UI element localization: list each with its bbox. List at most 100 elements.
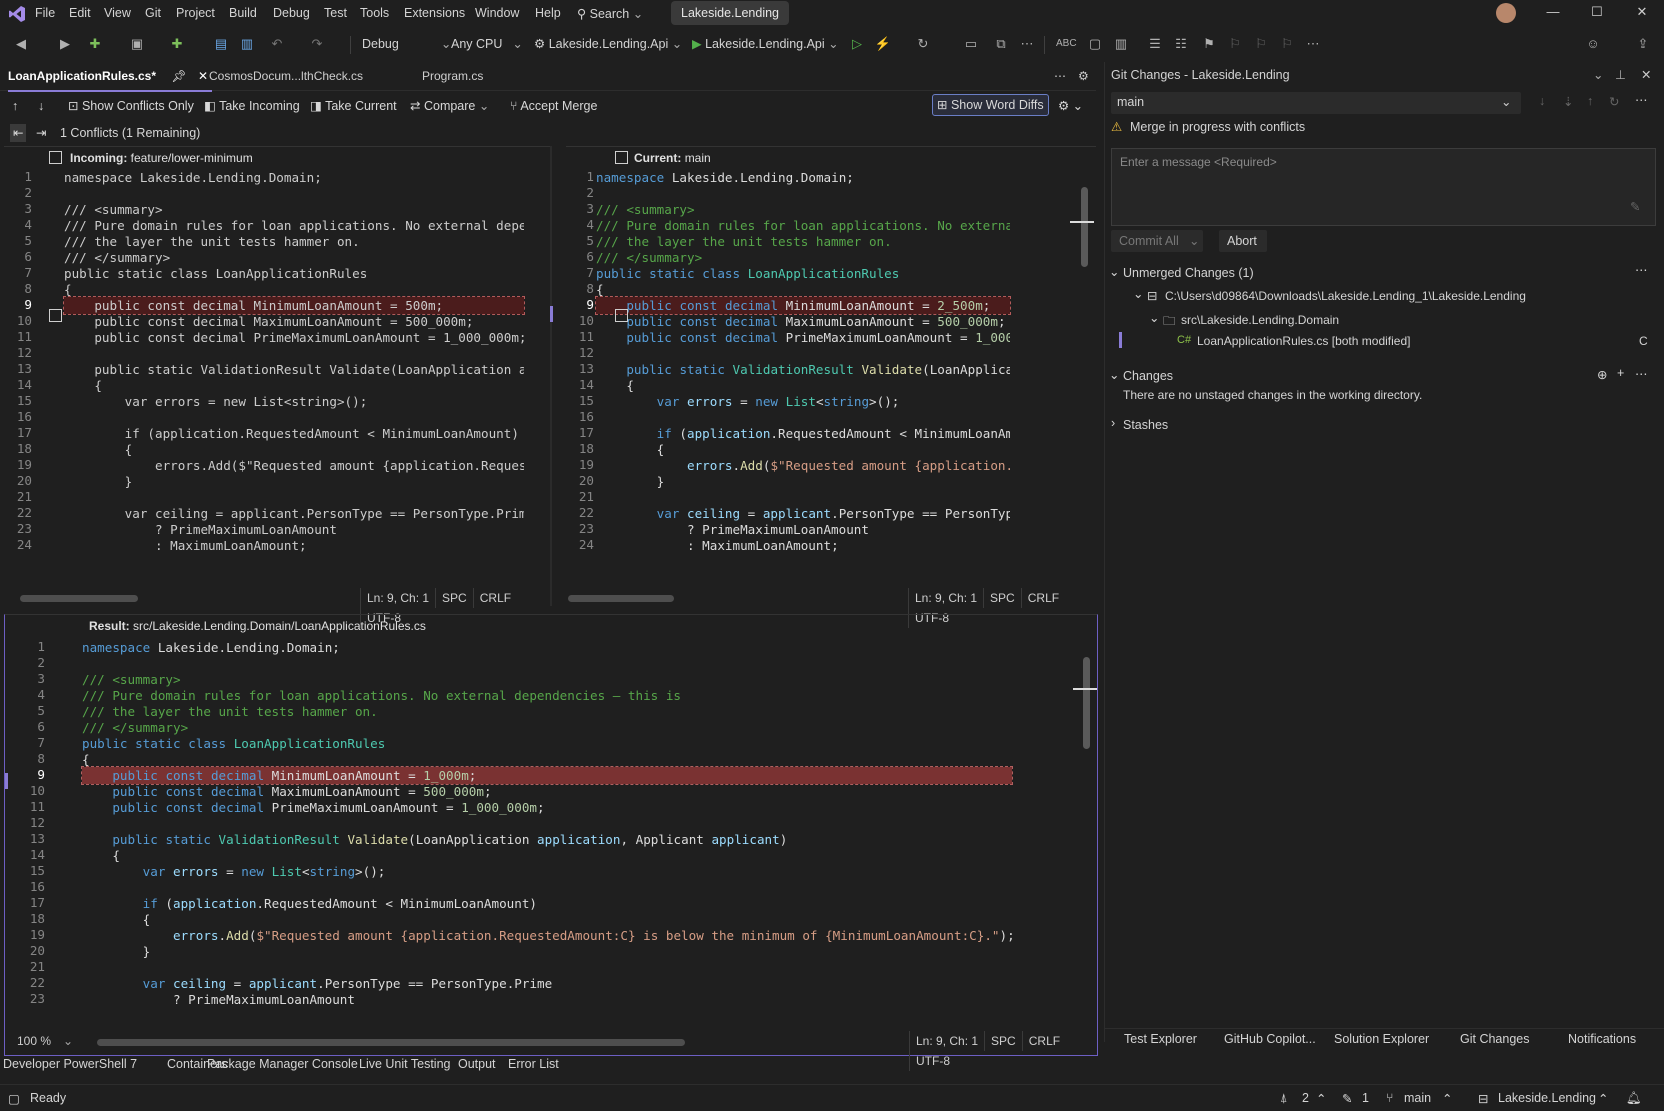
code-line[interactable]: public static class LoanApplicationRules: [64, 265, 524, 282]
whitespace-mode[interactable]: SPC: [435, 588, 473, 608]
code-line[interactable]: var ceiling = applicant.PersonType == Pe…: [596, 505, 1010, 522]
search-button[interactable]: ⚲ Search ⌄: [577, 6, 643, 21]
tab-loanapplicationrules[interactable]: LoanApplicationRules.cs* 📌︎ ✕: [8, 62, 213, 92]
repo-path[interactable]: C:\Users\d09864\Downloads\Lakeside.Lendi…: [1165, 289, 1526, 303]
code-line[interactable]: }: [64, 473, 524, 490]
repo-icon[interactable]: ⊟: [1478, 1091, 1488, 1106]
back-icon[interactable]: ◀: [12, 35, 30, 53]
branch-dropdown[interactable]: main ⌄: [1111, 92, 1521, 114]
tab-package-manager-console[interactable]: Package Manager Console: [207, 1057, 358, 1071]
maximize-button[interactable]: ☐: [1585, 4, 1609, 24]
code-line[interactable]: var errors = new List<string>();: [82, 863, 1012, 880]
notifications-bell-icon[interactable]: 🔔︎: [1626, 1091, 1642, 1106]
code-line[interactable]: [596, 409, 1010, 426]
code-line[interactable]: ? PrimeMaximumLoanAmount: [82, 991, 1012, 1008]
code-line[interactable]: public const decimal MaximumLoanAmount =…: [64, 313, 524, 330]
folder-path[interactable]: src\Lakeside.Lending.Domain: [1181, 313, 1339, 327]
tab-program[interactable]: Program.cs: [422, 62, 483, 90]
code-line[interactable]: [596, 345, 1010, 362]
zoom-dropdown[interactable]: 100 % ⌄: [11, 1031, 79, 1051]
code-line[interactable]: public const decimal MaximumLoanAmount =…: [596, 313, 1010, 330]
tab-test-explorer[interactable]: Test Explorer: [1124, 1032, 1197, 1046]
code-line[interactable]: {: [596, 281, 1010, 298]
conflict-line[interactable]: public const decimal MinimumLoanAmount =…: [81, 766, 1013, 785]
more-tabs-icon[interactable]: ⋯: [1054, 62, 1066, 90]
next-bookmark-icon[interactable]: ⚐: [1252, 35, 1270, 53]
commit-all-button[interactable]: Commit All ⌄: [1111, 230, 1203, 252]
status-repo[interactable]: Lakeside.Lending: [1498, 1091, 1596, 1105]
code-line[interactable]: public const decimal PrimeMaximumLoanAmo…: [64, 329, 524, 346]
code-line[interactable]: [596, 185, 1010, 202]
prev-bookmark-icon[interactable]: ⚐: [1226, 35, 1244, 53]
indent-icon[interactable]: ☰: [1146, 35, 1164, 53]
clear-bookmarks-icon[interactable]: ⚐: [1278, 35, 1296, 53]
tab-live-unit-testing[interactable]: Live Unit Testing: [359, 1057, 451, 1071]
tab-error-list[interactable]: Error List: [508, 1057, 559, 1071]
code-line[interactable]: public static ValidationResult Validate(…: [64, 361, 524, 378]
first-conflict-icon[interactable]: ⇤: [10, 124, 27, 142]
code-line[interactable]: {: [82, 911, 1012, 928]
chevron-up-icon[interactable]: ⌃: [1442, 1091, 1452, 1106]
code-line[interactable]: if (application.RequestedAmount < Minimu…: [82, 895, 1012, 912]
push-icon[interactable]: ↑: [1587, 94, 1593, 108]
current-horizontal-scrollbar[interactable]: [568, 595, 674, 602]
code-line[interactable]: : MaximumLoanAmount;: [596, 537, 1010, 554]
code-line[interactable]: /// the layer the unit tests hammer on.: [64, 233, 524, 250]
incoming-select-all-checkbox[interactable]: [49, 151, 62, 164]
show-conflicts-only-button[interactable]: ⊡ Show Conflicts Only: [68, 97, 194, 115]
prev-conflict-icon[interactable]: ↑: [12, 97, 18, 115]
current-conflict-checkbox[interactable]: [615, 309, 628, 322]
result-horizontal-scrollbar[interactable]: [97, 1039, 685, 1046]
code-line[interactable]: [64, 345, 524, 362]
code-line[interactable]: if (application.RequestedAmount < Minimu…: [596, 425, 1010, 442]
stage-all-icon[interactable]: +: [1617, 366, 1624, 380]
sync-icon[interactable]: ↻: [1609, 94, 1619, 109]
redo-icon[interactable]: ↷: [308, 35, 326, 53]
code-line[interactable]: [82, 879, 1012, 896]
accept-merge-button[interactable]: ⑂ Accept Merge: [510, 97, 597, 115]
avatar[interactable]: [1496, 3, 1516, 23]
code-line[interactable]: /// the layer the unit tests hammer on.: [82, 703, 1012, 720]
undo-icon[interactable]: ↶: [268, 35, 286, 53]
menu-help[interactable]: Help: [535, 6, 561, 20]
compare-dropdown[interactable]: ⇄ Compare ⌄: [410, 97, 489, 115]
run-button[interactable]: ▶ Lakeside.Lending.Api ⌄: [692, 34, 839, 54]
settings-gear-icon[interactable]: ⚙: [1078, 62, 1089, 90]
forward-icon[interactable]: ▶: [56, 35, 74, 53]
copilot-message-icon[interactable]: ✎: [1630, 199, 1640, 214]
open-file-icon[interactable]: ▣: [128, 35, 146, 53]
more-actions-icon[interactable]: ⋯: [1635, 262, 1648, 277]
conflict-line[interactable]: public const decimal MinimumLoanAmount =…: [63, 296, 525, 315]
pull-icon[interactable]: ⇣: [1563, 94, 1573, 109]
unmerged-file-item[interactable]: C# LoanApplicationRules.cs [both modifie…: [1127, 332, 1657, 350]
unmerged-changes-header[interactable]: Unmerged Changes (1): [1123, 266, 1254, 280]
code-line[interactable]: errors.Add($"Requested amount {applicati…: [596, 457, 1010, 474]
code-line[interactable]: /// <summary>: [596, 201, 1010, 218]
code-line[interactable]: namespace Lakeside.Lending.Domain;: [82, 639, 1012, 656]
code-line[interactable]: [82, 959, 1012, 976]
menu-project[interactable]: Project: [176, 6, 215, 20]
code-line[interactable]: ? PrimeMaximumLoanAmount: [596, 521, 1010, 538]
result-vertical-scrollbar[interactable]: [1083, 657, 1090, 749]
tab-github-copilot[interactable]: GitHub Copilot...: [1224, 1032, 1316, 1046]
code-line[interactable]: var errors = new List<string>();: [596, 393, 1010, 410]
current-select-all-checkbox[interactable]: [615, 151, 628, 164]
code-line[interactable]: ? PrimeMaximumLoanAmount: [64, 521, 524, 538]
code-line[interactable]: public const decimal PrimeMaximumLoanAmo…: [596, 329, 1010, 346]
changes-count[interactable]: 1: [1362, 1091, 1369, 1105]
chevron-down-icon[interactable]: ⌄: [1149, 310, 1159, 325]
changes-header[interactable]: Changes: [1123, 369, 1173, 383]
stash-icon[interactable]: ⊕: [1597, 367, 1607, 382]
hot-reload-icon[interactable]: ⚡: [874, 35, 892, 53]
conflict-line[interactable]: public const decimal MinimumLoanAmount =…: [595, 296, 1011, 315]
menu-file[interactable]: File: [35, 6, 55, 20]
restart-icon[interactable]: ↻: [914, 35, 932, 53]
chevron-down-icon[interactable]: ⌄: [1133, 286, 1143, 301]
tab-solution-explorer[interactable]: Solution Explorer: [1334, 1032, 1429, 1046]
more-icon[interactable]: ⋯: [1018, 35, 1036, 53]
chevron-down-icon[interactable]: ⌄: [1109, 367, 1119, 382]
code-line[interactable]: {: [64, 377, 524, 394]
code-line[interactable]: /// Pure domain rules for loan applicati…: [596, 217, 1010, 234]
menu-debug[interactable]: Debug: [273, 6, 310, 20]
code-line[interactable]: /// the layer the unit tests hammer on.: [596, 233, 1010, 250]
